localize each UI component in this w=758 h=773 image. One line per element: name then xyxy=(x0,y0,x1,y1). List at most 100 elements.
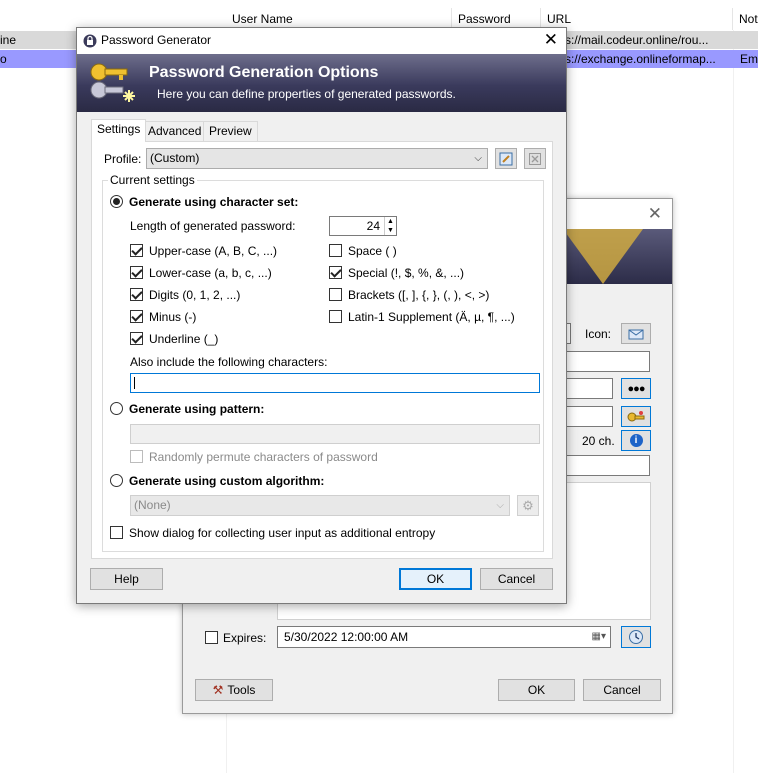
banner-title: Password Generation Options xyxy=(149,64,379,81)
save-profile-button[interactable] xyxy=(495,148,517,169)
clock-icon xyxy=(629,630,643,644)
quality-length-label: 20 ch. xyxy=(582,434,615,448)
profile-label: Profile: xyxy=(104,152,142,166)
current-settings-group: Current settings Generate using characte… xyxy=(102,173,544,552)
gear-icon: ⚙ xyxy=(522,497,534,513)
special-checkbox[interactable] xyxy=(329,266,342,279)
info-icon: i xyxy=(629,434,643,447)
charset-radio[interactable] xyxy=(110,195,123,208)
dots-icon: ●●● xyxy=(627,382,646,395)
tab-preview[interactable]: Preview xyxy=(203,121,258,141)
help-button[interactable]: Help xyxy=(90,568,163,590)
permute-label: Randomly permute characters of password xyxy=(149,450,378,464)
password-generator-dialog: Password Generator ✕ Password Generation… xyxy=(76,27,567,604)
algorithm-options-button[interactable]: ⚙ xyxy=(517,495,539,516)
length-value: 24 xyxy=(366,219,380,233)
tools-icon: ⚒ xyxy=(212,683,224,697)
show-password-button[interactable]: ●●● xyxy=(621,378,651,399)
save-profile-icon xyxy=(499,152,513,165)
titlebar: Password Generator ✕ xyxy=(77,28,566,54)
profile-select[interactable]: (Custom) ⌵ xyxy=(146,148,488,169)
expires-checkbox[interactable] xyxy=(205,631,218,644)
chevron-down-icon: ⌵ xyxy=(474,153,482,164)
url-field[interactable] xyxy=(563,455,650,476)
brackets-label: Brackets ([, ], {, }, (, ), <, >) xyxy=(348,288,490,302)
expiry-presets-button[interactable] xyxy=(621,626,651,648)
pattern-radio[interactable] xyxy=(110,402,123,415)
underline-checkbox[interactable] xyxy=(130,332,143,345)
close-icon[interactable]: ✕ xyxy=(648,205,662,223)
expires-label: Expires: xyxy=(223,631,267,645)
expires-date-field[interactable]: 5/30/2022 12:00:00 AM ▦▾ xyxy=(277,626,611,648)
latin1-label: Latin-1 Supplement (Ä, µ, ¶, ...) xyxy=(348,310,515,324)
pattern-radio-label: Generate using pattern: xyxy=(129,402,265,416)
column-header-notes[interactable]: Not xyxy=(733,8,758,30)
close-icon[interactable]: ✕ xyxy=(544,31,558,49)
also-include-input[interactable] xyxy=(130,373,540,393)
ok-button[interactable]: OK xyxy=(498,679,575,701)
icon-label: Icon: xyxy=(585,327,612,341)
row-title: o xyxy=(0,52,7,66)
banner: Password Generation Options Here you can… xyxy=(77,54,566,112)
also-include-label: Also include the following characters: xyxy=(130,355,328,369)
chevron-down-icon: ⌵ xyxy=(496,500,504,511)
minus-checkbox[interactable] xyxy=(130,310,143,323)
custom-algorithm-select[interactable]: (None) ⌵ xyxy=(130,495,510,516)
uppercase-checkbox[interactable] xyxy=(130,244,143,257)
keys-icon xyxy=(90,63,135,102)
icon-picker-button[interactable] xyxy=(621,323,651,344)
space-label: Space ( ) xyxy=(348,244,397,258)
row-url: s://exchange.onlineformap... xyxy=(565,52,716,66)
brackets-checkbox[interactable] xyxy=(329,288,342,301)
profile-value: (Custom) xyxy=(150,151,200,165)
settings-panel: Profile: (Custom) ⌵ Current settings Gen… xyxy=(91,141,553,559)
calendar-dropdown-icon[interactable]: ▦▾ xyxy=(592,627,606,647)
custom-algorithm-label: Generate using custom algorithm: xyxy=(129,474,325,488)
cancel-button[interactable]: Cancel xyxy=(583,679,661,701)
tab-settings[interactable]: Settings xyxy=(91,119,147,142)
envelope-icon xyxy=(628,329,644,339)
lowercase-checkbox[interactable] xyxy=(130,266,143,279)
generate-password-button[interactable] xyxy=(621,406,651,427)
row-title: ine xyxy=(0,33,17,47)
length-label: Length of generated password: xyxy=(130,219,296,233)
group-title: Current settings xyxy=(108,173,197,187)
custom-algorithm-value: (None) xyxy=(134,498,171,512)
lock-icon xyxy=(83,34,97,48)
info-button[interactable]: i xyxy=(621,430,651,451)
ok-button[interactable]: OK xyxy=(399,568,472,590)
username-field[interactable] xyxy=(563,351,650,372)
repeat-field[interactable] xyxy=(563,406,613,427)
tools-label: Tools xyxy=(227,683,256,697)
permute-checkbox[interactable] xyxy=(130,450,143,463)
lowercase-label: Lower-case (a, b, c, ...) xyxy=(149,266,272,280)
minus-label: Minus (-) xyxy=(149,310,197,324)
length-stepper[interactable]: 24 ▲ ▼ xyxy=(329,216,397,236)
entropy-checkbox[interactable] xyxy=(110,526,123,539)
uppercase-label: Upper-case (A, B, C, ...) xyxy=(149,244,278,258)
delete-profile-button[interactable] xyxy=(524,148,546,169)
special-label: Special (!, $, %, &, ...) xyxy=(348,266,465,280)
charset-radio-label: Generate using character set: xyxy=(129,195,299,209)
expires-date-value: 5/30/2022 12:00:00 AM xyxy=(284,630,409,644)
window-title: Password Generator xyxy=(101,33,212,47)
space-checkbox[interactable] xyxy=(329,244,342,257)
banner-subtitle: Here you can define properties of genera… xyxy=(157,87,456,101)
entropy-label: Show dialog for collecting user input as… xyxy=(129,526,436,540)
spin-arrows-icon[interactable]: ▲ ▼ xyxy=(384,217,396,235)
digits-label: Digits (0, 1, 2, ...) xyxy=(149,288,241,302)
cancel-button[interactable]: Cancel xyxy=(480,568,553,590)
key-icon xyxy=(627,410,645,421)
text-cursor xyxy=(134,377,135,389)
latin1-checkbox[interactable] xyxy=(329,310,342,323)
underline-label: Underline (_) xyxy=(149,332,219,346)
delete-icon xyxy=(529,152,541,165)
row-notes: Em xyxy=(740,52,758,66)
pattern-input[interactable] xyxy=(130,424,540,444)
digits-checkbox[interactable] xyxy=(130,288,143,301)
column-header-url[interactable]: URL xyxy=(541,8,733,30)
tools-button[interactable]: ⚒ Tools xyxy=(195,679,273,701)
tab-advanced[interactable]: Advanced xyxy=(142,121,208,141)
password-field[interactable] xyxy=(563,378,613,399)
custom-algorithm-radio[interactable] xyxy=(110,474,123,487)
